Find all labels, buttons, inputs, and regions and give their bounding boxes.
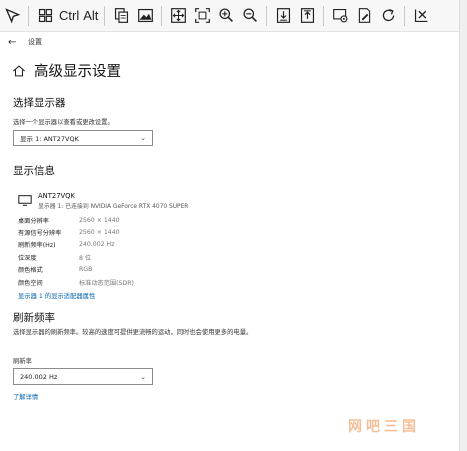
- info-row: 刷新频率(Hz) 240.002 Hz: [18, 239, 134, 251]
- info-row: 桌面分辨率 2560 × 1440: [18, 214, 134, 226]
- display-info-heading: 显示信息: [13, 165, 55, 177]
- remote-toolbar: Ctrl Alt: [0, 0, 467, 32]
- display-info-table: 桌面分辨率 2560 × 1440 有源信号分辨率 2560 × 1440 刷新…: [18, 214, 134, 288]
- refresh-rate-label: 刷新率: [13, 358, 32, 365]
- window-edge: [459, 0, 467, 451]
- learn-more-link[interactable]: 了解详情: [13, 392, 38, 401]
- monitor-icon: [18, 195, 32, 206]
- watermark-logo: 网吧三国: [348, 419, 420, 435]
- refresh-rate-value: 240.002 Hz: [20, 372, 58, 381]
- info-value: 8 位: [79, 254, 92, 262]
- toolbar-divider: [404, 5, 406, 26]
- adapter-properties-link[interactable]: 显示器 1 的显示适配器属性: [18, 291, 95, 300]
- chevron-down-icon: ⌄: [140, 134, 146, 142]
- info-label: 桌面分辨率: [18, 217, 49, 225]
- toolbar-divider: [104, 5, 106, 26]
- fit-screen-icon[interactable]: [190, 0, 214, 31]
- download-icon[interactable]: [271, 0, 295, 31]
- info-label: 有源信号分辨率: [18, 230, 62, 238]
- info-label: 刷新频率(Hz): [18, 242, 56, 250]
- select-display-heading: 选择显示器: [13, 97, 66, 109]
- home-icon: [13, 64, 25, 76]
- select-display-hint: 选择一个显示器以查看或更改设置。: [13, 119, 114, 126]
- monitor-connection: 显示器 1: 已连接到 NVIDIA GeForce RTX 4070 SUPE…: [38, 204, 189, 210]
- refresh-rate-description: 选择显示器的刷新频率。较高的速度可提供更流畅的运动，同时也会使用更多的电量。: [13, 329, 253, 336]
- info-label: 颜色空间: [18, 279, 43, 287]
- upload-icon[interactable]: [295, 0, 319, 31]
- chevron-down-icon: ⌄: [140, 372, 146, 381]
- back-arrow-icon[interactable]: ←: [8, 37, 28, 48]
- toolbar-divider: [266, 5, 268, 26]
- image-icon[interactable]: [133, 0, 157, 31]
- refresh-icon[interactable]: [376, 0, 400, 31]
- info-row: 颜色空间 标准动态范围(SDR): [18, 276, 134, 288]
- display-select[interactable]: 显示 1: ANT27VQK ⌄: [13, 130, 153, 146]
- settings-nav: ← 设置: [8, 35, 42, 49]
- copy-icon[interactable]: [109, 0, 133, 31]
- toolbar-divider: [28, 5, 29, 26]
- zoom-out-icon[interactable]: [238, 0, 262, 31]
- info-value: 2560 × 1440: [79, 229, 120, 237]
- page-title: 高级显示设置: [34, 64, 121, 80]
- info-row: 有源信号分辨率 2560 × 1440: [18, 226, 134, 238]
- alt-key-button[interactable]: Alt: [81, 0, 100, 31]
- windows-key-icon[interactable]: [33, 0, 57, 31]
- display-select-value: 显示 1: ANT27VQK: [20, 135, 79, 143]
- settings-icon[interactable]: [328, 0, 352, 31]
- toolbar-divider: [323, 5, 325, 26]
- info-value: RGB: [79, 266, 93, 274]
- edit-document-icon[interactable]: [352, 0, 376, 31]
- pointer-icon[interactable]: [0, 0, 24, 31]
- info-value: 标准动态范围(SDR): [79, 279, 134, 287]
- ctrl-key-button[interactable]: Ctrl: [57, 0, 81, 31]
- refresh-rate-select[interactable]: 240.002 Hz ⌄: [13, 368, 153, 385]
- zoom-in-icon[interactable]: [214, 0, 238, 31]
- refresh-rate-heading: 刷新频率: [13, 312, 55, 324]
- info-row: 颜色格式 RGB: [18, 264, 134, 276]
- settings-app-title: 设置: [28, 38, 42, 46]
- info-value: 240.002 Hz: [79, 241, 115, 249]
- monitor-name: ANT27VQK: [38, 192, 75, 200]
- info-label: 颜色格式: [18, 267, 43, 275]
- info-label: 位深度: [18, 254, 37, 262]
- fullscreen-icon[interactable]: [166, 0, 190, 31]
- disconnect-icon[interactable]: [409, 0, 433, 31]
- info-row: 位深度 8 位: [18, 251, 134, 263]
- info-value: 2560 × 1440: [79, 216, 120, 224]
- page-header: 高级显示设置: [12, 60, 121, 81]
- toolbar-divider: [161, 5, 163, 26]
- monitor-summary: ANT27VQK 显示器 1: 已连接到 NVIDIA GeForce RTX …: [18, 192, 188, 210]
